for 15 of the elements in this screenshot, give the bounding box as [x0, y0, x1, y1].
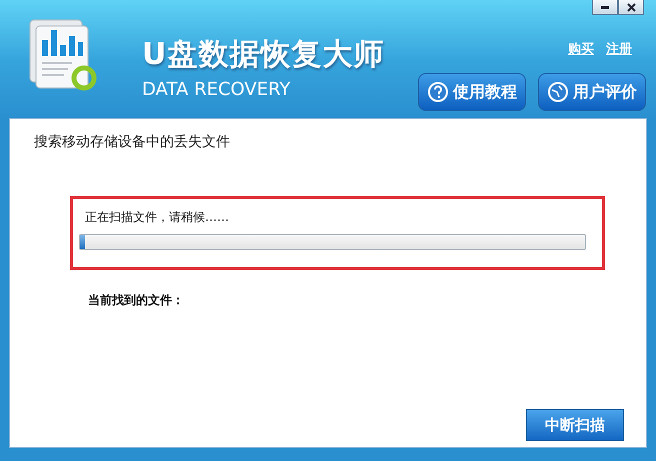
stop-scan-button[interactable]: 中断扫描: [526, 409, 624, 441]
header-link[interactable]: 购买: [568, 40, 594, 58]
header-button[interactable]: 用户评价: [538, 73, 646, 111]
header-button[interactable]: 使用教程: [418, 73, 526, 111]
app-title: U盘数据恢复大师: [142, 36, 384, 74]
app-subtitle: DATA RECOVERY: [142, 79, 292, 100]
close-icon: [626, 2, 636, 12]
minimize-button[interactable]: [592, 0, 618, 15]
question-mark-icon: [427, 81, 449, 103]
header-link[interactable]: 注册: [606, 40, 632, 58]
minimize-icon: [601, 6, 609, 8]
section-title: 搜索移动存储设备中的丢失文件: [34, 133, 231, 151]
scan-status: 正在扫描文件，请稍候……: [85, 209, 230, 226]
close-button[interactable]: [618, 0, 644, 15]
found-files-label: 当前找到的文件：: [88, 292, 185, 309]
